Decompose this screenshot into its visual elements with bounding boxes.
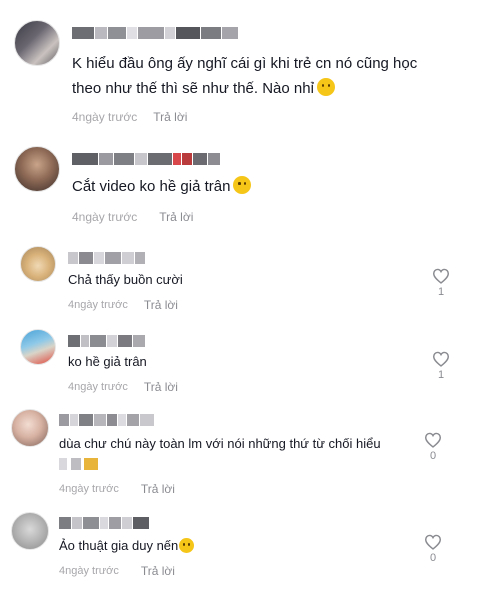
avatar[interactable] <box>14 20 60 66</box>
comment-text: ko hề giả trân <box>68 354 147 370</box>
like-button[interactable]: 1 <box>429 351 453 381</box>
comment-text: Ảo thuật gia duy nến <box>59 538 195 554</box>
heart-icon <box>424 534 442 550</box>
reply-button[interactable]: Trả lời <box>159 210 193 224</box>
comment-text: Chả thấy buồn cười <box>68 272 183 288</box>
blurred-text <box>84 458 99 470</box>
reply-button[interactable]: Trả lời <box>144 298 178 312</box>
comment-text: theo như thế thì sẽ như thế. Nào nhỉ <box>72 78 335 99</box>
comment-meta: 4ngày trước Trả lời <box>68 380 178 394</box>
reply-button[interactable]: Trả lời <box>144 380 178 394</box>
avatar[interactable] <box>14 146 60 192</box>
comment-text-line: dùa chư chú này toàn lm với nói những th… <box>59 436 381 451</box>
comment-meta: 4ngày trước Trả lời <box>72 210 193 224</box>
username-blurred[interactable] <box>59 413 154 427</box>
like-button[interactable]: 1 <box>429 268 453 298</box>
comment-text: dùa chư chú này toàn lm với nói những th… <box>59 436 381 452</box>
comment-meta: 4ngày trước Trả lời <box>59 482 175 496</box>
rolling-on-floor-laughing-face-icon <box>179 538 195 553</box>
reply-button[interactable]: Trả lời <box>141 482 175 496</box>
comment-text: K hiểu đầu ông ấy nghĩ cái gì khi trẻ cn… <box>72 54 417 74</box>
reply-button[interactable]: Trả lời <box>153 110 187 124</box>
timestamp: 4ngày trước <box>68 381 128 393</box>
username-blurred[interactable] <box>72 26 238 40</box>
timestamp: 4ngày trước <box>59 483 119 495</box>
comment-text-line: Cắt video ko hề giả trân <box>72 178 231 195</box>
like-button[interactable]: 0 <box>421 534 445 564</box>
like-count: 0 <box>429 552 437 564</box>
like-count: 0 <box>429 450 437 462</box>
blurred-text <box>59 458 67 470</box>
timestamp: 4ngày trước <box>72 110 138 124</box>
avatar[interactable] <box>20 329 56 365</box>
timestamp: 4ngày trước <box>68 299 128 311</box>
like-count: 1 <box>437 369 445 381</box>
comment-meta: 4ngày trước Trả lời <box>59 564 175 578</box>
heart-icon <box>432 351 450 367</box>
heart-icon <box>424 432 442 448</box>
tears-of-joy-face-icon <box>233 176 252 194</box>
username-blurred[interactable] <box>59 516 149 530</box>
comment-text-line: K hiểu đầu ông ấy nghĩ cái gì khi trẻ cn… <box>72 55 418 72</box>
reply-button[interactable]: Trả lời <box>141 564 175 578</box>
avatar[interactable] <box>20 246 56 282</box>
avatar[interactable] <box>11 512 49 550</box>
comment-text: Cắt video ko hề giả trân <box>72 176 252 197</box>
timestamp: 4ngày trước <box>59 565 119 577</box>
username-blurred[interactable] <box>68 334 145 348</box>
like-button[interactable]: 0 <box>421 432 445 462</box>
heart-icon <box>432 268 450 284</box>
comment-meta: 4ngày trước Trả lời <box>68 298 178 312</box>
like-count: 1 <box>437 286 445 298</box>
comment-text-line: Ảo thuật gia duy nến <box>59 538 179 553</box>
comment-text-blurred <box>59 456 99 472</box>
timestamp: 4ngày trước <box>72 210 138 224</box>
username-blurred[interactable] <box>72 152 220 166</box>
comment-text-line: theo như thế thì sẽ như thế. Nào nhỉ <box>72 80 314 97</box>
confused-face-icon <box>316 78 335 96</box>
blurred-text <box>70 458 81 470</box>
comment-meta: 4ngày trước Trả lời <box>72 110 187 124</box>
username-blurred[interactable] <box>68 251 145 265</box>
comment-text-line: Chả thấy buồn cười <box>68 272 183 287</box>
comment-text-line: ko hề giả trân <box>68 354 147 369</box>
avatar[interactable] <box>11 409 49 447</box>
